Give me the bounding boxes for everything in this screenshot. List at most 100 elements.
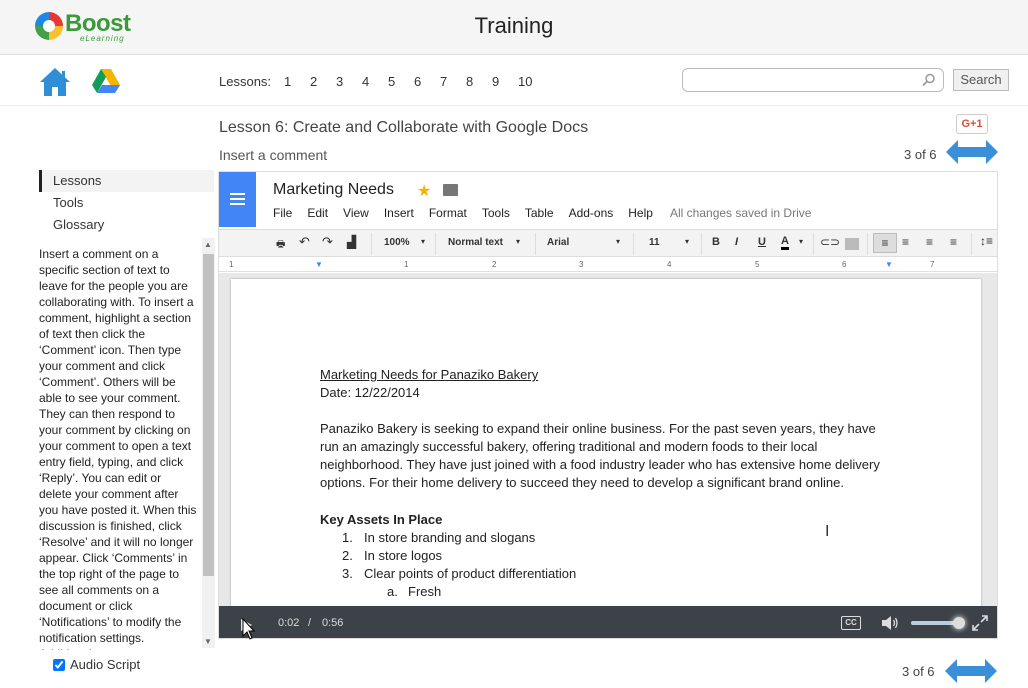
align-center-icon[interactable]: ≡ [902, 235, 909, 249]
paint-format-icon[interactable]: ▟ [347, 235, 356, 249]
text-cursor-icon: I [825, 523, 830, 540]
link-icon[interactable]: ⊂⊃ [820, 235, 840, 249]
menu-format[interactable]: Format [429, 206, 467, 220]
sublist-letter: a. [387, 584, 398, 599]
zoom-select[interactable]: 100% [384, 237, 410, 248]
google-plus-one-button[interactable]: G+1 [956, 114, 988, 134]
list-item: Clear points of product differentiation [364, 566, 577, 581]
ruler-mark: 1 [404, 260, 409, 269]
google-drive-icon[interactable] [92, 68, 120, 94]
align-justify-icon[interactable]: ≡ [950, 235, 957, 249]
menu-table[interactable]: Table [525, 206, 554, 220]
lesson-link-6[interactable]: 6 [414, 74, 440, 89]
ruler-mark: 7 [930, 260, 935, 269]
chevron-down-icon: ▾ [799, 237, 804, 246]
duration: 0:56 [322, 617, 344, 629]
audio-script-toggle[interactable]: Audio Script [53, 657, 140, 672]
right-indent-marker-icon[interactable]: ▼ [885, 260, 893, 269]
text-color-icon[interactable]: A [781, 235, 789, 250]
lesson-subtitle: Insert a comment [219, 147, 328, 163]
menu-view[interactable]: View [343, 206, 369, 220]
indent-marker-icon[interactable]: ▼ [315, 260, 323, 269]
ruler-mark: 2 [492, 260, 497, 269]
audio-script-checkbox[interactable] [53, 658, 65, 671]
search-button[interactable]: Search [953, 69, 1009, 91]
ruler[interactable]: 1 1 2 3 4 5 6 7 ▼ ▼ [219, 258, 997, 272]
prev-next-arrows-icon[interactable] [945, 659, 997, 683]
lessons-label: Lessons: [219, 74, 272, 89]
volume-handle[interactable] [953, 617, 965, 629]
lesson-link-3[interactable]: 3 [336, 74, 362, 89]
print-icon[interactable]: 🖶 [276, 237, 285, 254]
google-docs-icon[interactable] [219, 172, 256, 227]
chevron-down-icon: ▾ [516, 237, 521, 246]
menu-help[interactable]: Help [628, 206, 653, 220]
search-input[interactable] [682, 68, 944, 92]
home-icon[interactable] [38, 66, 72, 98]
style-select[interactable]: Normal text [448, 237, 503, 248]
list-item: In store branding and slogans [364, 530, 536, 545]
ruler-mark: 6 [842, 260, 847, 269]
lesson-link-10[interactable]: 10 [518, 74, 544, 89]
ruler-mark: 1 [229, 260, 234, 269]
align-left-icon[interactable]: ≡ [873, 233, 897, 253]
lesson-link-8[interactable]: 8 [466, 74, 492, 89]
undo-icon[interactable]: ↶ [299, 234, 310, 250]
scrollbar-thumb[interactable] [203, 254, 214, 576]
lesson-link-4[interactable]: 4 [362, 74, 388, 89]
star-icon[interactable]: ★ [417, 181, 431, 201]
toolbar-divider [535, 233, 536, 255]
align-right-icon[interactable]: ≡ [926, 235, 933, 249]
lesson-link-5[interactable]: 5 [388, 74, 414, 89]
doc-paragraph-line: options. For their home delivery to succ… [320, 475, 844, 490]
chevron-down-icon: ▾ [421, 237, 426, 246]
lesson-link-2[interactable]: 2 [310, 74, 336, 89]
lesson-link-7[interactable]: 7 [440, 74, 466, 89]
sidebar-scrollbar[interactable]: ▲ ▼ [202, 238, 215, 648]
closed-captions-button[interactable]: CC [841, 616, 861, 630]
underline-icon[interactable]: U [758, 236, 766, 248]
lesson-video[interactable]: Marketing Needs ★ File Edit View Insert … [218, 171, 998, 639]
doc-paragraph-line: neighborhood. They have just joined with… [320, 457, 880, 472]
chevron-down-icon: ▾ [616, 237, 621, 246]
scroll-up-icon[interactable]: ▲ [204, 240, 212, 249]
menu-insert[interactable]: Insert [384, 206, 414, 220]
lesson-link-9[interactable]: 9 [492, 74, 518, 89]
menu-addons[interactable]: Add-ons [569, 206, 614, 220]
search-icon[interactable] [922, 73, 936, 87]
volume-icon[interactable] [881, 615, 899, 631]
document-name[interactable]: Marketing Needs [273, 181, 394, 199]
font-size-select[interactable]: 11 [649, 237, 660, 248]
prev-next-arrows-icon[interactable] [946, 140, 998, 164]
doc-heading: Marketing Needs for Panaziko Bakery [320, 367, 539, 382]
sidebar-item-glossary[interactable]: Glossary [39, 214, 214, 236]
font-select[interactable]: Arial [547, 237, 569, 248]
sidebar-menu: Lessons Tools Glossary [39, 170, 214, 236]
menu-edit[interactable]: Edit [307, 206, 328, 220]
lesson-link-1[interactable]: 1 [284, 74, 310, 89]
bold-icon[interactable]: B [712, 236, 720, 248]
ruler-mark: 3 [579, 260, 584, 269]
toolbar-divider [435, 233, 436, 255]
volume-fill [911, 621, 954, 625]
menu-file[interactable]: File [273, 206, 292, 220]
redo-icon[interactable]: ↷ [322, 234, 333, 250]
doc-paragraph-line: Panaziko Bakery is seeking to expand the… [320, 421, 876, 436]
doc-section-title: Key Assets In Place [320, 512, 443, 527]
document-page[interactable]: Marketing Needs for Panaziko Bakery Date… [231, 279, 981, 619]
sidebar-item-tools[interactable]: Tools [39, 192, 214, 214]
scroll-down-icon[interactable]: ▼ [204, 637, 212, 646]
menu-tools[interactable]: Tools [482, 206, 510, 220]
sublist-item: Fresh [408, 584, 442, 599]
folder-icon[interactable] [443, 184, 458, 196]
video-controls: 0:02 / 0:56 CC [219, 606, 997, 638]
page-counter-bottom: 3 of 6 [902, 664, 935, 679]
line-spacing-icon[interactable]: ↕≡ [980, 234, 993, 248]
lesson-links: 1 2 3 4 5 6 7 8 9 10 [284, 74, 544, 89]
sidebar-item-lessons[interactable]: Lessons [39, 170, 214, 192]
fullscreen-icon[interactable] [972, 615, 988, 631]
comment-icon[interactable] [845, 238, 859, 250]
doc-paragraph-line: run an amazingly successful bakery, offe… [320, 439, 818, 454]
italic-icon[interactable]: I [735, 236, 738, 248]
lesson-instructions: Insert a comment on a specific section o… [39, 247, 197, 650]
